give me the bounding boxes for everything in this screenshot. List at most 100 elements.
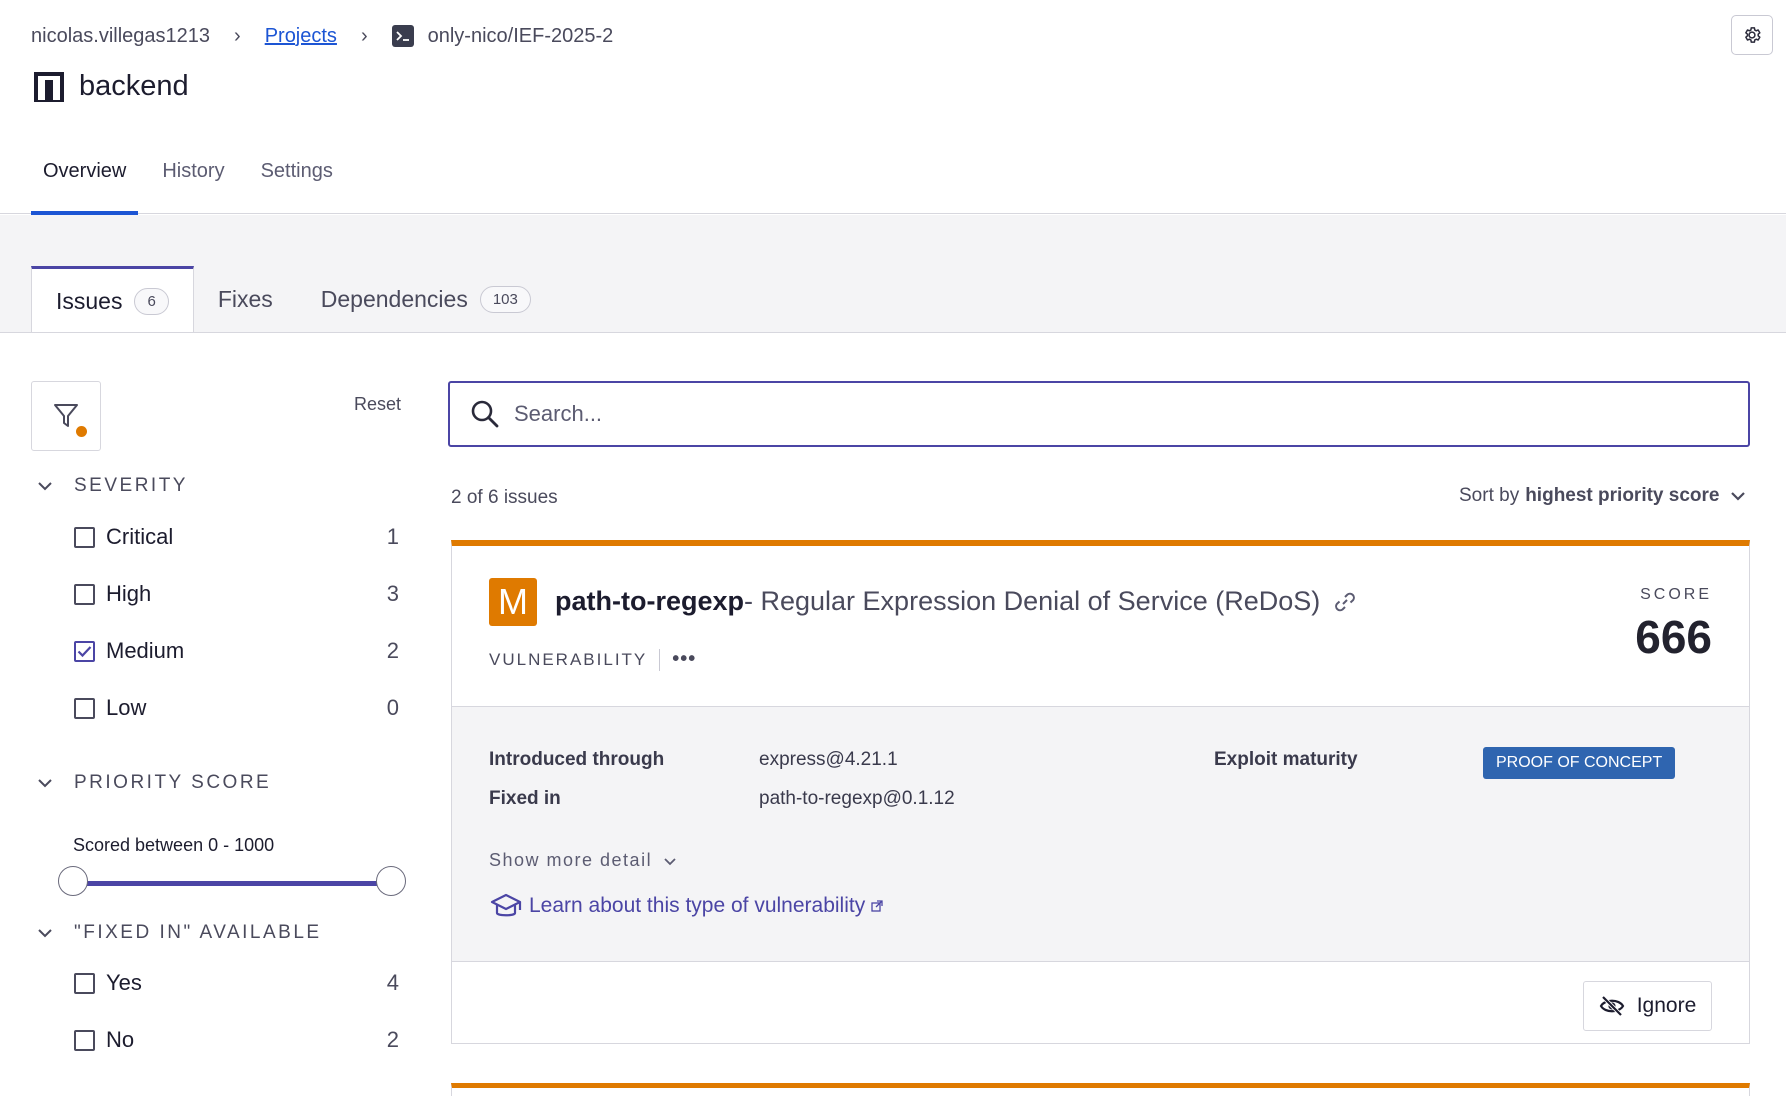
next-issue-card — [451, 1083, 1750, 1096]
chevron-down-icon — [38, 929, 52, 938]
issues-panel: Reset SEVERITY Critical 1 High 3 Medium … — [0, 333, 1786, 1096]
chevron-down-icon — [38, 482, 52, 491]
link-icon[interactable] — [1332, 589, 1358, 615]
severity-option-high[interactable]: High 3 — [74, 581, 399, 607]
show-more-detail-toggle[interactable]: Show more detail — [489, 850, 678, 871]
checkbox[interactable] — [74, 697, 95, 719]
priority-score-max-handle[interactable] — [376, 866, 406, 896]
project-title: backend — [33, 70, 189, 103]
priority-score-facet-title: PRIORITY SCORE — [74, 772, 272, 793]
issue-vulnerability-name: - Regular Expression Denial of Service (… — [744, 586, 1321, 616]
project-header: nicolas.villegas1213 › Projects › only-n… — [0, 0, 1786, 215]
fixed-in-option-label: No — [106, 1027, 135, 1052]
fixed-in-facet-title: "FIXED IN" AVAILABLE — [74, 922, 322, 943]
settings-button[interactable] — [1731, 15, 1773, 55]
introduced-through-label: Introduced through — [489, 749, 665, 770]
divider — [659, 648, 661, 671]
fixed-in-option-count: 2 — [386, 1027, 399, 1052]
priority-score-facet-toggle[interactable]: PRIORITY SCORE — [36, 772, 271, 794]
subtab-dependencies[interactable]: Dependencies 103 — [297, 266, 555, 333]
dependencies-count-badge: 103 — [479, 286, 531, 313]
ignore-button[interactable]: Ignore — [1583, 981, 1712, 1031]
issue-details: Introduced through express@4.21.1 Fixed … — [452, 706, 1749, 962]
priority-score-range-text: Scored between 0 - 1000 — [73, 835, 275, 855]
project-logo-icon — [34, 71, 64, 102]
issue-package: path-to-regexp — [555, 586, 744, 616]
priority-score-slider-track[interactable] — [72, 881, 390, 886]
learn-vulnerability-link[interactable]: Learn about this type of vulnerability — [489, 891, 883, 921]
severity-option-label: Medium — [106, 638, 185, 663]
checkmark-icon — [77, 645, 92, 657]
issue-type-row: VULNERABILITY ••• — [489, 648, 696, 671]
issue-title[interactable]: path-to-regexp - Regular Expression Deni… — [555, 586, 1358, 617]
project-name: backend — [79, 70, 189, 102]
checkbox[interactable] — [74, 1029, 95, 1051]
breadcrumb-projects-link[interactable]: Projects — [265, 25, 337, 48]
search-box[interactable] — [448, 381, 1750, 447]
severity-option-count: 2 — [386, 638, 399, 663]
checkbox-checked[interactable] — [74, 640, 95, 662]
issues-count-badge: 6 — [134, 288, 169, 315]
active-filter-indicator — [76, 426, 87, 437]
gear-icon — [1745, 27, 1761, 43]
ignore-label: Ignore — [1636, 994, 1697, 1017]
breadcrumb-user[interactable]: nicolas.villegas1213 — [31, 25, 210, 48]
terminal-icon — [391, 25, 414, 47]
score-label: SCORE — [1640, 586, 1712, 603]
severity-facet-title: SEVERITY — [74, 475, 188, 496]
eye-off-icon — [1599, 995, 1624, 1017]
score-value: 666 — [1635, 611, 1712, 663]
content-area: Issues 6 Fixes Dependencies 103 Reset SE… — [0, 215, 1786, 1096]
subtab-fixes[interactable]: Fixes — [194, 266, 297, 333]
search-input[interactable] — [514, 401, 1714, 427]
chevron-down-icon — [1731, 492, 1746, 501]
subtab-issues-label: Issues — [56, 288, 123, 314]
checkbox[interactable] — [74, 972, 95, 994]
sort-value: highest priority score — [1525, 485, 1720, 506]
severity-option-count: 0 — [386, 695, 399, 720]
severity-option-medium[interactable]: Medium 2 — [74, 638, 399, 664]
fixed-in-option-label: Yes — [106, 970, 142, 995]
graduation-cap-icon — [490, 893, 522, 917]
breadcrumb: nicolas.villegas1213 › Projects › only-n… — [31, 22, 613, 50]
subtab-fixes-label: Fixes — [217, 286, 273, 312]
sub-tabs: Issues 6 Fixes Dependencies 103 — [31, 266, 555, 334]
fixed-in-facet-toggle[interactable]: "FIXED IN" AVAILABLE — [36, 922, 322, 944]
sort-prefix: Sort by — [1459, 485, 1520, 506]
chevron-down-icon — [664, 857, 676, 865]
breadcrumb-separator: › — [360, 24, 368, 47]
tab-overview[interactable]: Overview — [31, 150, 139, 215]
filter-toggle-button[interactable] — [31, 381, 101, 451]
fixed-in-option-yes[interactable]: Yes 4 — [74, 970, 399, 996]
severity-option-label: Critical — [106, 524, 174, 549]
subtab-dependencies-label: Dependencies — [320, 286, 468, 312]
more-options-button[interactable]: ••• — [672, 648, 696, 671]
checkbox[interactable] — [74, 583, 95, 605]
main-tabs: Overview History Settings — [31, 150, 357, 215]
external-link-icon — [871, 900, 883, 912]
tab-settings[interactable]: Settings — [249, 150, 345, 214]
breadcrumb-target[interactable]: only-nico/IEF-2025-2 — [428, 25, 614, 48]
sort-dropdown[interactable]: Sort by highest priority score — [1459, 485, 1747, 507]
reset-filters-link[interactable]: Reset — [354, 394, 401, 415]
severity-option-critical[interactable]: Critical 1 — [74, 524, 399, 550]
severity-option-count: 1 — [386, 524, 399, 549]
breadcrumb-separator: › — [234, 24, 241, 47]
fixed-in-label: Fixed in — [489, 788, 561, 809]
chevron-down-icon — [38, 779, 52, 788]
tab-history[interactable]: History — [150, 150, 236, 214]
learn-link-label: Learn about this type of vulnerability — [529, 894, 866, 917]
fixed-in-option-no[interactable]: No 2 — [74, 1027, 399, 1053]
issue-card: M path-to-regexp - Regular Expression De… — [451, 540, 1750, 1044]
severity-option-label: Low — [106, 695, 147, 720]
subtab-issues[interactable]: Issues 6 — [31, 266, 194, 334]
severity-option-low[interactable]: Low 0 — [74, 695, 399, 721]
severity-facet-toggle[interactable]: SEVERITY — [36, 475, 188, 497]
issue-type-label: VULNERABILITY — [489, 649, 648, 669]
severity-option-count: 3 — [386, 581, 399, 606]
fixed-in-value: path-to-regexp@0.1.12 — [759, 788, 955, 809]
filter-icon — [54, 404, 78, 427]
checkbox[interactable] — [74, 526, 95, 548]
introduced-through-value: express@4.21.1 — [759, 749, 898, 770]
priority-score-min-handle[interactable] — [58, 866, 88, 896]
